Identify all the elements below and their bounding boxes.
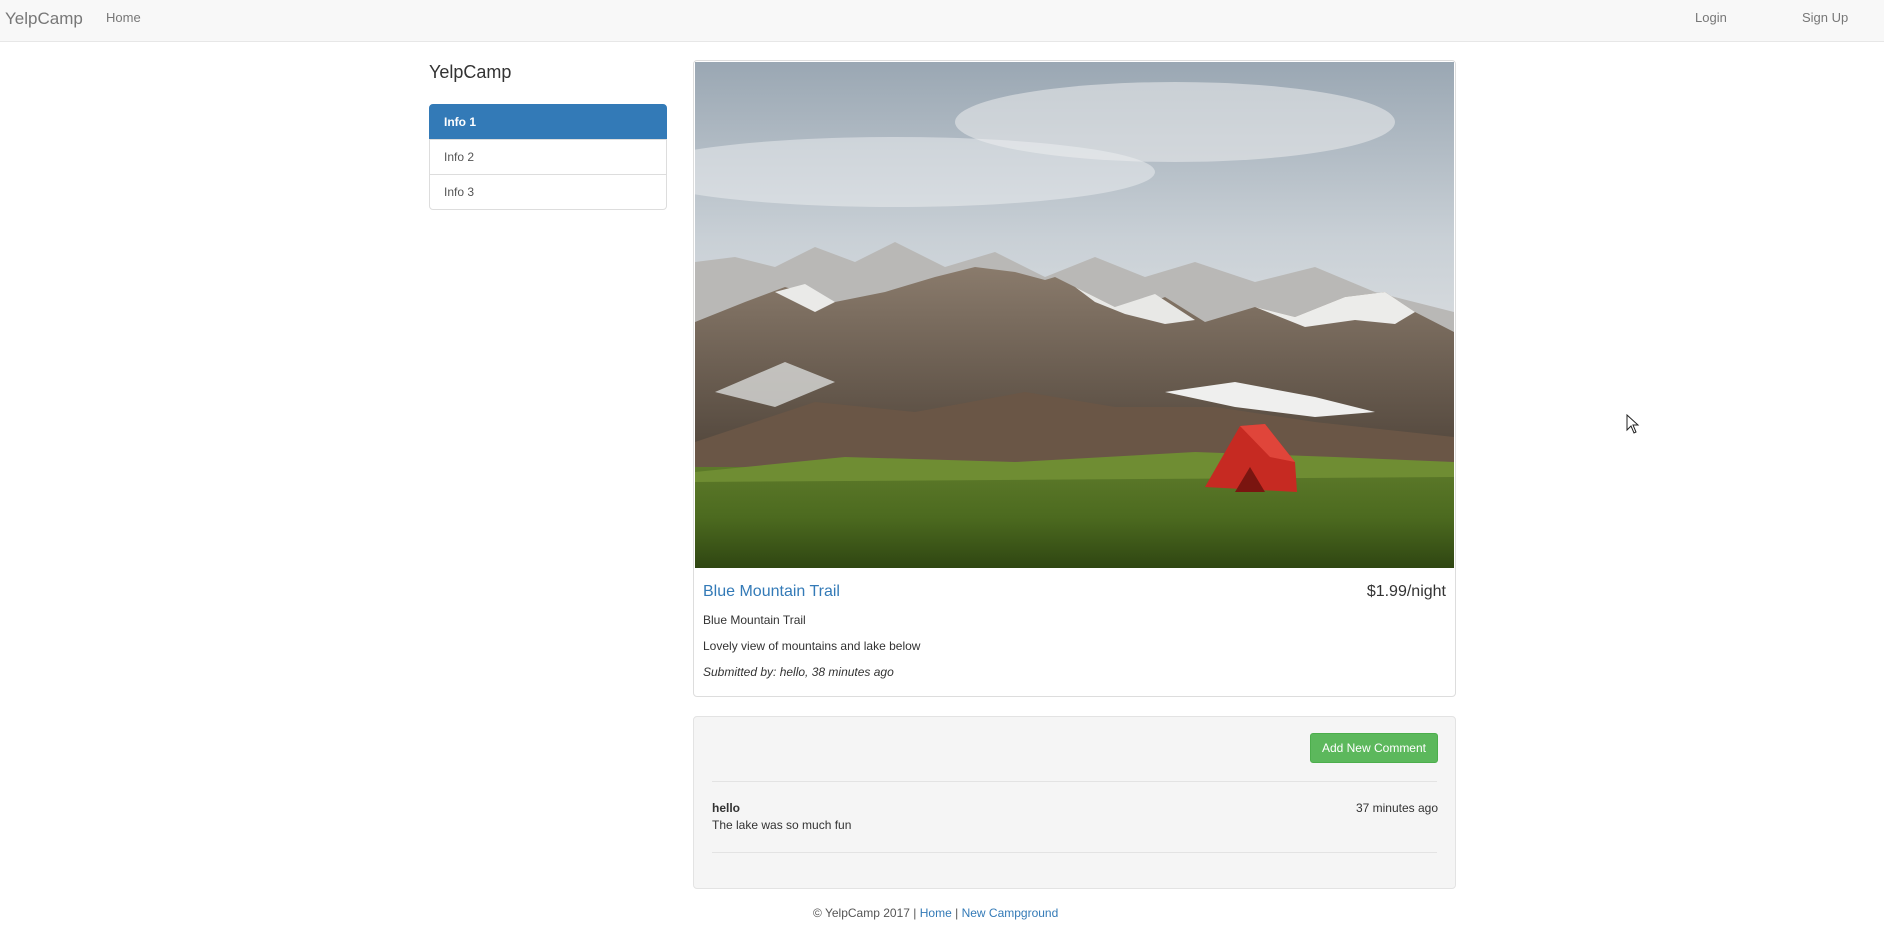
comment-author: hello <box>712 801 741 815</box>
footer-home-link[interactable]: Home <box>920 906 952 920</box>
navbar: YelpCamp Home Login Sign Up <box>0 0 1884 42</box>
footer-separator: | <box>955 906 959 920</box>
add-comment-button[interactable]: Add New Comment <box>1309 733 1438 763</box>
sidebar-item-info-1[interactable]: Info 1 <box>429 104 667 140</box>
footer: © YelpCamp 2017 | Home | New Campground <box>813 906 1058 920</box>
sidebar-title: YelpCamp <box>429 62 512 82</box>
nav-signup-link[interactable]: Sign Up <box>1802 10 1848 25</box>
campground-photo <box>695 62 1454 568</box>
campground-caption: Blue Mountain Trail $1.99/night Blue Mou… <box>703 583 1446 679</box>
brand-link[interactable]: YelpCamp <box>5 9 83 29</box>
mouse-cursor-icon <box>1626 414 1640 434</box>
campground-subtitle: Blue Mountain Trail <box>703 613 806 627</box>
comment-time: 37 minutes ago <box>1355 801 1438 815</box>
comment-item: hello 37 minutes ago The lake was so muc… <box>712 801 1438 832</box>
sidebar-list: Info 1 Info 2 Info 3 <box>429 104 667 210</box>
nav-home-link[interactable]: Home <box>106 10 141 25</box>
nav-right: Login Sign Up <box>1664 0 1884 42</box>
campground-price: $1.99/night <box>1366 583 1446 600</box>
footer-new-campground-link[interactable]: New Campground <box>962 906 1059 920</box>
sidebar-item-info-3[interactable]: Info 3 <box>429 174 667 210</box>
campground-card: Blue Mountain Trail $1.99/night Blue Mou… <box>693 60 1456 697</box>
comments-well: Add New Comment hello 37 minutes ago The… <box>693 716 1456 889</box>
divider <box>712 781 1437 782</box>
comment-text: The lake was so much fun <box>712 818 852 832</box>
footer-separator: | <box>913 906 917 920</box>
campground-name-link[interactable]: Blue Mountain Trail <box>703 583 840 600</box>
sidebar-item-info-2[interactable]: Info 2 <box>429 139 667 175</box>
campground-submitted-by: Submitted by: hello, 38 minutes ago <box>703 665 894 679</box>
nav-login-link[interactable]: Login <box>1695 10 1727 25</box>
footer-copyright: © YelpCamp 2017 <box>813 906 910 920</box>
divider <box>712 852 1437 853</box>
campground-description: Lovely view of mountains and lake below <box>703 639 921 653</box>
